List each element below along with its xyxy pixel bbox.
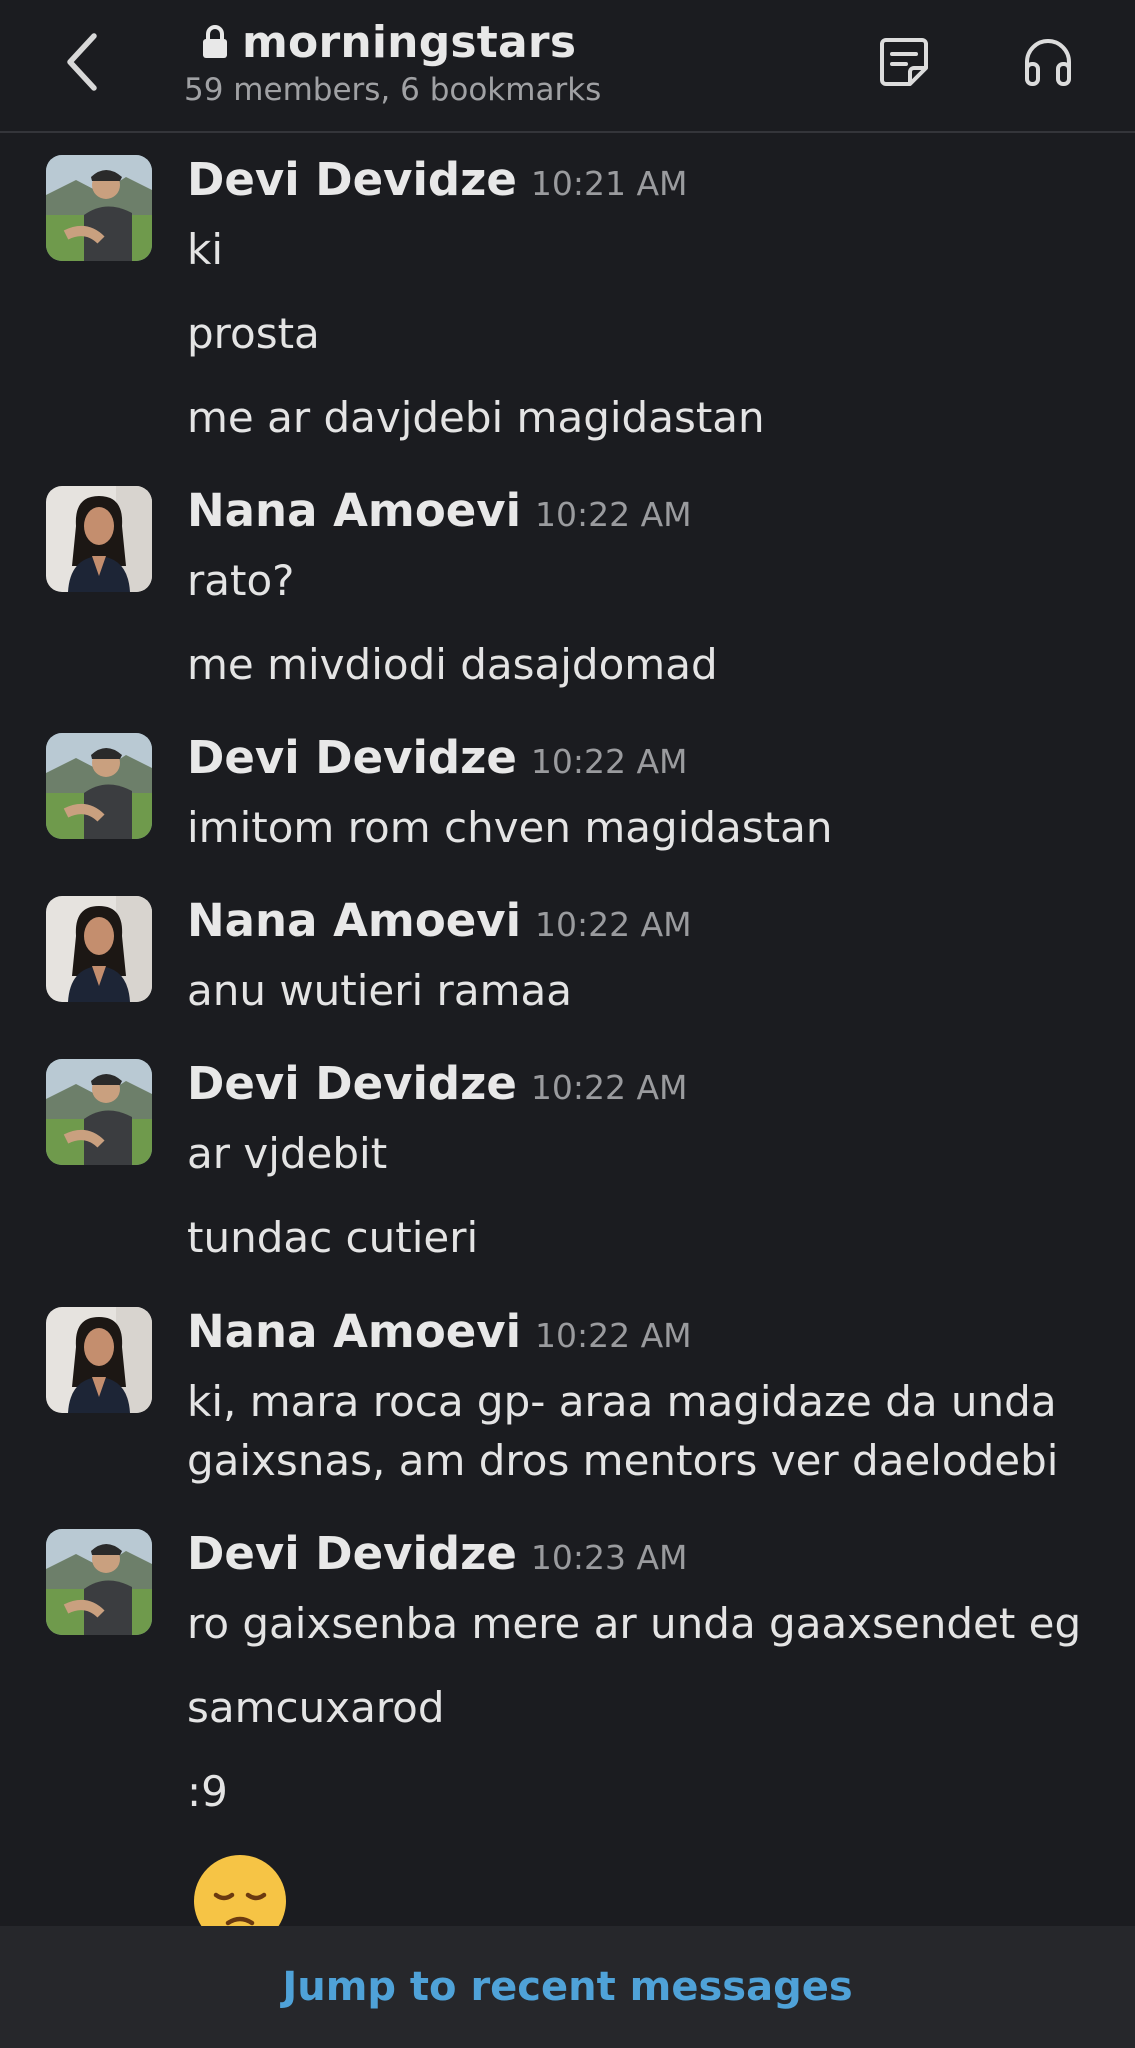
headphones-icon[interactable] [1020,34,1076,90]
jump-to-recent-link[interactable]: Jump to recent messages [282,1964,852,2010]
message-header: Nana Amoevi 10:22 AM [187,894,692,947]
message-time: 10:21 AM [530,164,688,203]
message-list[interactable]: Devi Devidze 10:21 AM ki prosta me ar da… [0,133,1135,1926]
disappointed-face-emoji-icon [190,1851,290,1926]
message-time: 10:23 AM [530,1538,688,1577]
message-header: Devi Devidze 10:22 AM [187,731,688,784]
message-text: ki [187,225,223,274]
message-text: rato? [187,556,295,605]
message-text: me mivdiodi dasajdomad [187,640,718,689]
message-time: 10:22 AM [535,1316,692,1355]
message-header: Devi Devidze 10:23 AM [187,1527,688,1580]
message-header: Devi Devidze 10:21 AM [187,153,688,206]
avatar-devi[interactable] [46,155,152,261]
message-text: ar vjdebit [187,1129,388,1178]
message-time: 10:22 AM [530,742,688,781]
avatar-nana[interactable] [46,896,152,1002]
avatar-devi[interactable] [46,1529,152,1635]
author-name[interactable]: Devi Devidze [187,153,517,206]
message-text: tundac cutieri [187,1213,479,1262]
channel-header: morningstars 59 members, 6 bookmarks [0,0,1135,133]
message-text: anu wutieri ramaa [187,966,572,1015]
message-text: ki, mara roca gp- araa magidaze da unda [187,1377,1057,1426]
message-text: imitom rom chven magidastan [187,803,833,852]
message-time: 10:22 AM [530,1068,688,1107]
lock-icon [200,24,230,60]
message-header: Nana Amoevi 10:22 AM [187,1305,692,1358]
message-header: Devi Devidze 10:22 AM [187,1057,688,1110]
channel-name: morningstars [242,16,577,68]
author-name[interactable]: Nana Amoevi [187,484,521,537]
avatar-nana[interactable] [46,486,152,592]
slack-channel-screen: morningstars 59 members, 6 bookmarks Dev… [0,0,1135,2048]
author-name[interactable]: Nana Amoevi [187,1305,521,1358]
author-name[interactable]: Devi Devidze [187,1527,517,1580]
message-text: me ar davjdebi magidastan [187,393,765,442]
message-header: Nana Amoevi 10:22 AM [187,484,692,537]
jump-to-recent-bar[interactable]: Jump to recent messages [0,1926,1135,2048]
message-time: 10:22 AM [535,495,692,534]
avatar-nana[interactable] [46,1307,152,1413]
author-name[interactable]: Devi Devidze [187,1057,517,1110]
message-text: :9 [187,1767,228,1816]
channel-title-block[interactable]: morningstars 59 members, 6 bookmarks [184,14,602,109]
message-text: samcuxarod [187,1683,445,1732]
message-text: ro gaixsenba mere ar unda gaaxsendet eg [187,1599,1082,1648]
message-text: prosta [187,309,320,358]
avatar-devi[interactable] [46,733,152,839]
author-name[interactable]: Devi Devidze [187,731,517,784]
channel-subtitle: 59 members, 6 bookmarks [184,72,602,108]
message-text: gaixsnas, am dros mentors ver daelodebi [187,1436,1059,1485]
canvas-icon[interactable] [876,34,932,90]
back-chevron-icon[interactable] [58,30,110,94]
author-name[interactable]: Nana Amoevi [187,894,521,947]
avatar-devi[interactable] [46,1059,152,1165]
message-time: 10:22 AM [535,905,692,944]
